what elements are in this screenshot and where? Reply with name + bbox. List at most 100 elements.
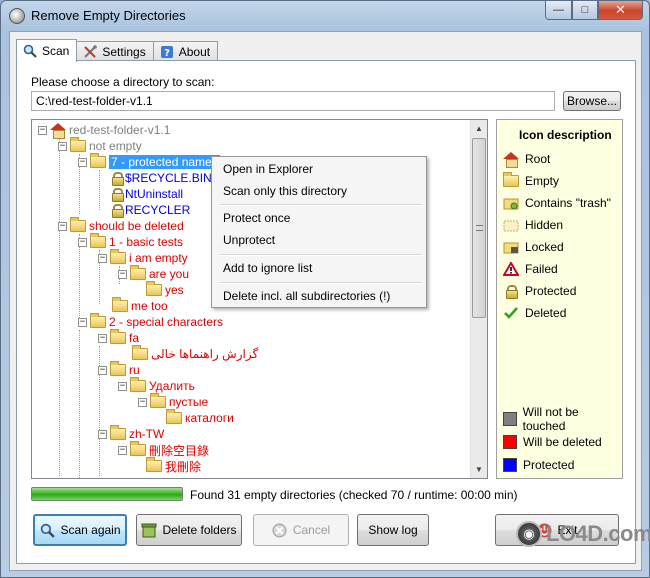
collapse-icon[interactable]: − (58, 141, 67, 151)
directory-path-input[interactable] (31, 91, 555, 111)
tab-settings-label: Settings (102, 45, 146, 59)
maximize-button[interactable]: □ (572, 1, 598, 20)
browse-button[interactable]: Browse... (563, 91, 621, 111)
tree-item-should-be-deleted[interactable]: − should be deleted (58, 217, 184, 234)
show-log-button[interactable]: Show log (357, 514, 429, 546)
tree-item-zh[interactable]: − zh-TW (98, 425, 165, 442)
tree-item-not-empty[interactable]: − not empty (58, 137, 142, 154)
folder-icon (90, 153, 106, 168)
collapse-icon[interactable]: − (118, 269, 127, 279)
folder-trash-icon (503, 196, 519, 210)
tree-item-label: fa (129, 331, 140, 345)
minimize-icon: — (553, 4, 564, 16)
tree-item-label: 1 - basic tests (109, 235, 184, 249)
tab-about[interactable]: ? About (152, 41, 219, 62)
lock-icon (503, 284, 519, 299)
legend-row-untouched: Will not be touched (503, 405, 622, 433)
collapse-icon[interactable]: − (78, 317, 87, 327)
title-bar[interactable]: Remove Empty Directories — □ ✕ (1, 1, 649, 31)
collapse-icon[interactable]: − (38, 125, 47, 135)
browse-button-label: Browse... (566, 94, 617, 108)
menu-item-open-explorer[interactable]: Open in Explorer (215, 159, 423, 179)
cancel-button[interactable]: Cancel (253, 514, 349, 546)
tab-about-label: About (178, 45, 211, 59)
tree-item-are-you[interactable]: − are you (118, 265, 189, 282)
menu-item-unprotect[interactable]: Unprotect (215, 230, 423, 250)
tree-item-label: RECYCLER (125, 203, 191, 217)
tree-item-yes[interactable]: yes (146, 281, 184, 298)
scroll-up-icon[interactable]: ▲ (471, 120, 487, 137)
tree-item-zh-child[interactable]: − 刪除空目錄 (118, 441, 210, 458)
tree-item-label: 刪除空目錄 (149, 443, 210, 458)
legend-header: Icon description (519, 128, 612, 142)
tree-connector (59, 226, 60, 476)
collapse-icon[interactable]: − (98, 365, 107, 375)
legend-label: Protected (525, 284, 577, 298)
tree-item-label: каталоги (185, 411, 234, 425)
trash-folder-icon (141, 522, 157, 538)
tree-item-label: yes (165, 283, 184, 297)
collapse-icon[interactable]: − (118, 445, 127, 455)
menu-item-delete-all[interactable]: Delete incl. all subdirectories (!) (215, 286, 423, 306)
tree-item-ru-child[interactable]: − Удалить (118, 377, 195, 394)
minimize-button[interactable]: — (545, 1, 572, 20)
folder-icon (90, 313, 106, 328)
tree-item-label: گزارش راهنماها خالی (151, 347, 259, 361)
icon-legend: Icon description Root Empty Contains "tr… (496, 119, 623, 479)
tree-item-label: NtUninstall (125, 187, 184, 201)
collapse-icon[interactable]: − (98, 429, 107, 439)
menu-item-scan-only[interactable]: Scan only this directory (215, 181, 423, 201)
tree-item-label: not empty (89, 139, 142, 153)
tree-item-root[interactable]: − red-test-folder-v1.1 (38, 122, 170, 139)
collapse-icon[interactable]: − (98, 333, 107, 343)
legend-label: Root (525, 152, 551, 166)
tree-item-special-characters[interactable]: − 2 - special characters (78, 313, 223, 330)
tree-item-ru-grandchild[interactable]: − пустые (138, 393, 208, 410)
tree-item-label: zh-TW (129, 427, 165, 441)
scrollbar-thumb[interactable] (472, 138, 486, 318)
scan-again-label: Scan again (60, 523, 121, 537)
tree-item-ntuninstall[interactable]: NtUninstall (112, 186, 183, 202)
collapse-icon[interactable]: − (78, 157, 87, 167)
scan-again-button[interactable]: Scan again (33, 514, 127, 546)
collapse-icon[interactable]: − (118, 381, 127, 391)
tree-item-basic-tests[interactable]: − 1 - basic tests (78, 233, 184, 250)
help-icon: ? (159, 45, 175, 59)
close-button[interactable]: ✕ (598, 1, 643, 20)
collapse-icon[interactable]: − (138, 397, 147, 407)
legend-label: Locked (525, 240, 564, 254)
tree-item-recycle-bin[interactable]: $RECYCLE.BIN (112, 170, 212, 186)
tab-settings[interactable]: Settings (76, 41, 154, 62)
tree-item-recycler[interactable]: RECYCLER (112, 202, 190, 218)
scan-progress-bar (31, 487, 183, 501)
scan-panel: Please choose a directory to scan: Brows… (16, 60, 636, 564)
menu-item-label: Scan only this directory (223, 184, 348, 198)
tree-connector (99, 170, 100, 210)
tree-scrollbar[interactable]: ▲ ▼ (470, 120, 487, 478)
grip-icon (476, 225, 483, 231)
tree-item-ru[interactable]: − ru (98, 361, 140, 378)
folder-icon (110, 329, 126, 344)
tree-item-protected-names[interactable]: − 7 - protected names (78, 153, 220, 170)
menu-item-protect-once[interactable]: Protect once (215, 208, 423, 228)
tree-item-i-am-empty[interactable]: − i am empty (98, 249, 188, 266)
tree-item-fa[interactable]: − fa (98, 329, 140, 346)
tree-item-zh-grandchild[interactable]: 我刪除 (146, 457, 201, 474)
tree-context-menu: Open in Explorer Scan only this director… (211, 156, 427, 308)
scroll-down-icon[interactable]: ▼ (471, 461, 487, 478)
menu-separator (220, 282, 422, 284)
magnifier-icon (22, 44, 38, 58)
tree-item-ru-greatgrandchild[interactable]: каталоги (166, 409, 234, 426)
menu-item-add-ignore[interactable]: Add to ignore list (215, 258, 423, 278)
collapse-icon[interactable]: − (98, 253, 107, 263)
tree-item-fa-child[interactable]: گزارش راهنماها خالی (132, 345, 259, 362)
legend-label: Protected (523, 458, 575, 472)
delete-folders-button[interactable]: Delete folders (136, 514, 242, 546)
tab-scan[interactable]: Scan (16, 39, 78, 62)
legend-row-will-delete: Will be deleted (503, 433, 602, 451)
tree-item-label: $RECYCLE.BIN (125, 171, 212, 185)
tree-item-me-too[interactable]: me too (112, 297, 168, 314)
collapse-icon[interactable]: − (78, 237, 87, 247)
collapse-icon[interactable]: − (58, 221, 67, 231)
folder-icon (146, 281, 162, 296)
